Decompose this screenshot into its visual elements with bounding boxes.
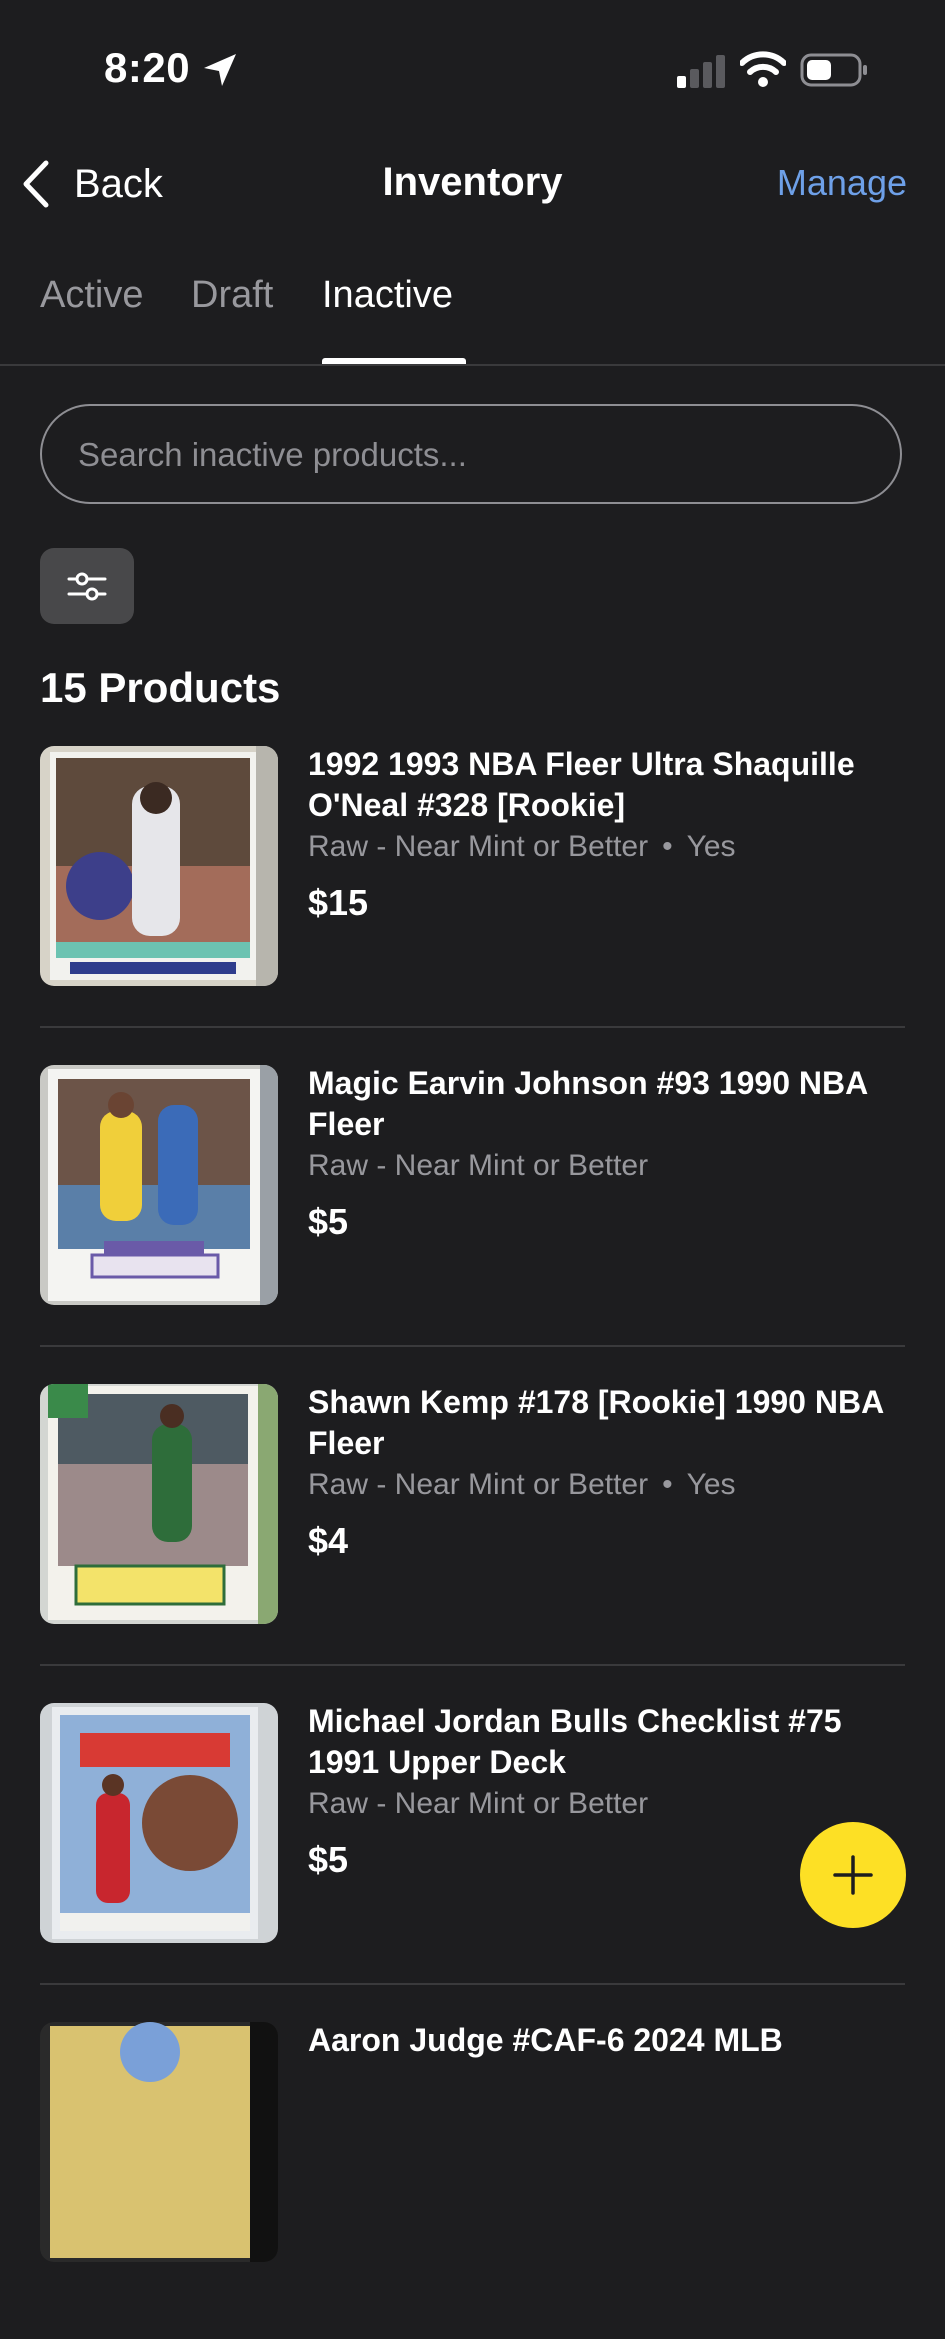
plus-icon	[833, 1855, 873, 1895]
divider	[40, 1026, 905, 1028]
products-count: 15 Products	[40, 664, 281, 711]
status-time: 8:20	[104, 44, 191, 91]
tab-inactive[interactable]: Inactive	[322, 274, 453, 317]
product-title: Michael Jordan Bulls Checklist #75 1991 …	[308, 1703, 842, 1780]
product-condition-line: Raw - Near Mint or Better • Yes	[308, 1464, 908, 1506]
product-condition-line: Raw - Near Mint or Better	[308, 1145, 908, 1187]
product-list: 1992 1993 NBA Fleer Ultra Shaquille O'Ne…	[0, 744, 945, 2339]
product-price: $5	[308, 1201, 349, 1242]
product-image	[40, 1065, 278, 1305]
list-item[interactable]: Magic Earvin Johnson #93 1990 NBA Fleer …	[0, 1063, 945, 1382]
product-info: Magic Earvin Johnson #93 1990 NBA Fleer …	[308, 1063, 908, 1243]
product-extra: Yes	[686, 1468, 736, 1501]
product-price: $4	[308, 1520, 349, 1561]
product-condition-line: Raw - Near Mint or Better	[308, 1783, 908, 1825]
product-condition: Raw - Near Mint or Better	[308, 1468, 649, 1501]
product-extra: Yes	[686, 830, 736, 863]
product-title: Shawn Kemp #178 [Rookie] 1990 NBA Fleer	[308, 1384, 883, 1461]
product-condition: Raw - Near Mint or Better	[308, 830, 649, 863]
tab-draft[interactable]: Draft	[191, 274, 273, 317]
product-title: 1992 1993 NBA Fleer Ultra Shaquille O'Ne…	[308, 746, 855, 823]
product-info: Aaron Judge #CAF-6 2024 MLB	[308, 2020, 908, 2061]
manage-button[interactable]: Manage	[777, 162, 907, 204]
tab-active[interactable]: Active	[40, 274, 143, 317]
wifi-icon	[740, 51, 786, 87]
cellular-signal-icon	[677, 55, 725, 88]
product-image	[40, 2022, 278, 2262]
search-input[interactable]	[76, 406, 860, 504]
list-item[interactable]: Aaron Judge #CAF-6 2024 MLB	[0, 2020, 945, 2339]
separator-dot: •	[662, 1468, 673, 1501]
filter-button[interactable]	[40, 548, 134, 624]
product-condition-line: Raw - Near Mint or Better • Yes	[308, 826, 908, 868]
product-info: Shawn Kemp #178 [Rookie] 1990 NBA Fleer …	[308, 1382, 908, 1562]
tab-bar: Active Draft Inactive	[0, 266, 945, 366]
product-title: Aaron Judge #CAF-6 2024 MLB	[308, 2022, 783, 2058]
search-bar	[40, 404, 902, 504]
status-bar: 8:20	[0, 0, 945, 140]
battery-icon	[800, 53, 867, 87]
product-condition: Raw - Near Mint or Better	[308, 1787, 649, 1820]
list-item[interactable]: Shawn Kemp #178 [Rookie] 1990 NBA Fleer …	[0, 1382, 945, 1701]
sliders-icon	[67, 572, 107, 601]
product-image	[40, 1384, 278, 1624]
product-image	[40, 746, 278, 986]
product-price: $15	[308, 882, 369, 923]
product-image	[40, 1703, 278, 1943]
navigation-bar: Back Inventory Manage	[0, 150, 945, 216]
divider	[40, 1345, 905, 1347]
divider	[40, 1664, 905, 1666]
product-condition: Raw - Near Mint or Better	[308, 1149, 649, 1182]
product-info: 1992 1993 NBA Fleer Ultra Shaquille O'Ne…	[308, 744, 908, 924]
product-title: Magic Earvin Johnson #93 1990 NBA Fleer	[308, 1065, 868, 1142]
separator-dot: •	[662, 830, 673, 863]
location-arrow-icon	[204, 54, 236, 86]
add-product-button[interactable]	[800, 1822, 906, 1928]
list-item[interactable]: 1992 1993 NBA Fleer Ultra Shaquille O'Ne…	[0, 744, 945, 1063]
divider	[40, 1983, 905, 1985]
tab-selected-indicator	[322, 358, 466, 364]
